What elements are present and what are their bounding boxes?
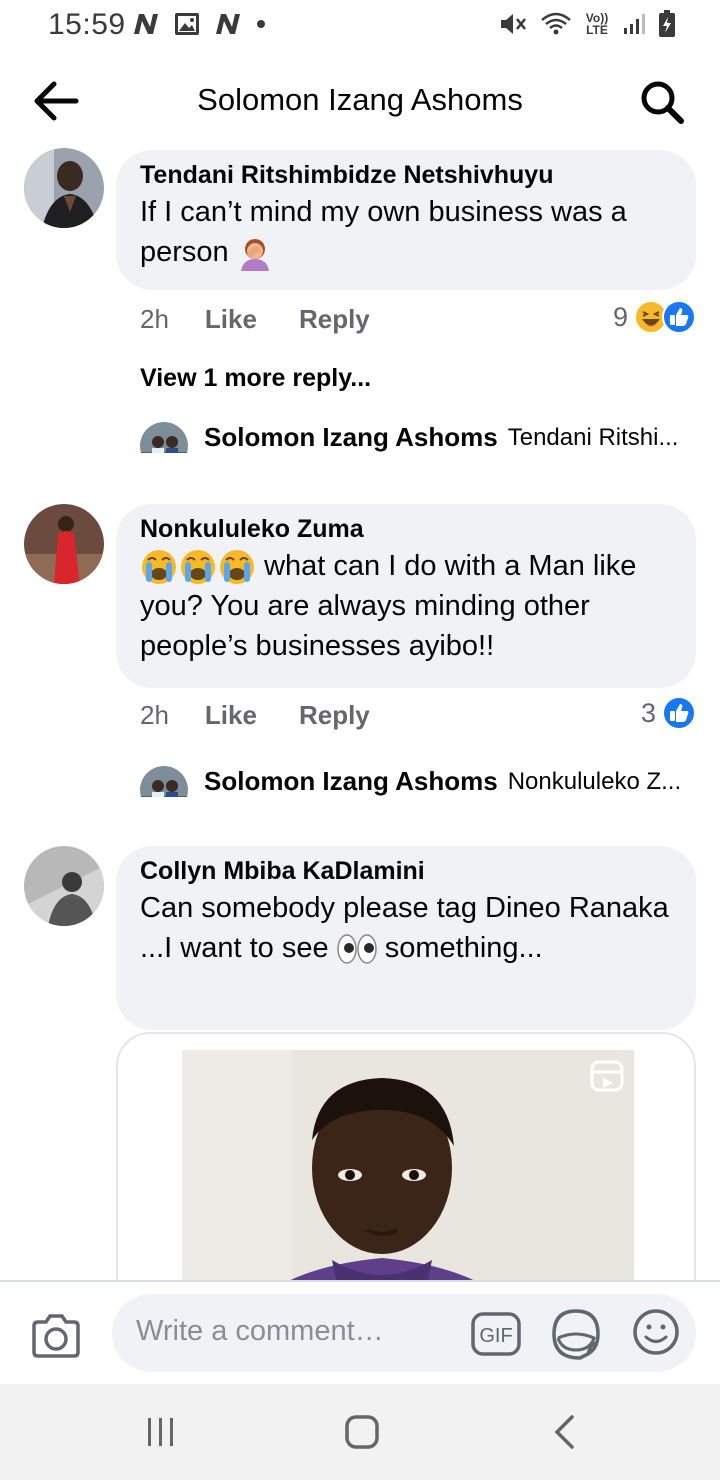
notification-n-icon-2 [216,14,240,34]
notification-n-icon [134,14,158,34]
reply-text: Tendani Ritshi... [507,423,679,451]
comment-author[interactable]: Collyn Mbiba KaDlamini [140,854,672,888]
reply-button[interactable]: Reply [299,700,370,731]
comment-actions: 2h Like Reply [140,304,412,335]
like-button[interactable]: Like [205,700,257,731]
comment-time: 2h [140,700,169,730]
status-bar: 15:59 Vo)) LTE [0,0,720,52]
comment-actions: 2h Like Reply [140,700,412,731]
reaction-summary[interactable]: 3 [641,696,696,730]
search-icon[interactable] [638,78,686,126]
reply-avatar[interactable] [140,766,188,797]
reel-thumbnail-image [182,1050,634,1280]
comment-text-content-end: something... [384,932,543,964]
like-reaction-icon [662,300,696,334]
status-system-icons: Vo)) LTE [498,10,676,38]
recent-apps-icon[interactable] [146,1416,176,1448]
reply-button[interactable]: Reply [299,304,370,335]
reply-author[interactable]: Solomon Izang Ashoms [204,766,498,797]
like-button[interactable]: Like [205,304,257,335]
comment-input-placeholder[interactable]: Write a comment… [136,1315,384,1348]
signal-icon [624,14,645,34]
status-time: 15:59 [48,8,126,41]
avatar[interactable] [24,504,104,584]
page-title: Solomon Izang Ashoms [197,82,523,117]
battery-icon [659,10,675,37]
camera-icon[interactable] [30,1312,82,1360]
comment-bubble[interactable]: Collyn Mbiba KaDlamini Can somebody plea… [116,846,696,1030]
avatar[interactable] [24,846,104,926]
mute-icon [501,14,526,34]
comment-author[interactable]: Nonkululeko Zuma [140,512,672,546]
system-back-icon[interactable] [552,1414,576,1450]
reply-preview[interactable]: Solomon Izang Ashoms Tendani Ritshi... [140,422,700,453]
comment-bubble[interactable]: Nonkululeko Zuma what can I do with a Ma… [116,504,696,688]
comment-text: Can somebody please tag Dineo Ranaka ...… [140,888,672,968]
view-more-replies[interactable]: View 1 more reply... [140,364,371,393]
avatar-photo [24,846,104,926]
reel-attachment[interactable] [116,1032,696,1280]
notification-image-icon [175,13,199,35]
comment-text: what can I do with a Man like you? You a… [140,546,672,666]
sticker-icon[interactable] [550,1308,602,1360]
reel-thumbnail[interactable] [182,1050,634,1280]
reply-avatar-photo [140,766,188,797]
comment-time: 2h [140,304,169,334]
reply-text: Nonkululeko Z... [507,767,682,795]
reply-avatar-photo [140,422,188,453]
eyes-icon [336,934,377,965]
status-notification-icons [132,12,266,36]
network-label: Vo)) LTE [585,11,609,37]
avatar-photo [24,148,104,228]
emoji-icon[interactable] [632,1308,680,1356]
reaction-summary[interactable]: 9 [613,300,696,334]
wifi-icon [541,12,571,35]
system-navigation-bar [0,1384,720,1480]
reply-author[interactable]: Solomon Izang Ashoms [204,422,498,453]
comment-bubble[interactable]: Tendani Ritshimbidze Netshivhuyu If I ca… [116,150,696,290]
home-icon[interactable] [344,1414,380,1450]
svg-text:GIF: GIF [479,1325,512,1347]
loudly-crying-face-icon [142,550,254,585]
notification-dot-icon [257,20,265,28]
reaction-count: 3 [640,697,656,728]
comment-composer: Write a comment… GIF [0,1280,720,1384]
comment-text-content: If I can’t mind my own business was a pe… [140,196,627,268]
avatar-photo [24,504,104,584]
gif-icon[interactable]: GIF [470,1310,522,1358]
reply-avatar[interactable] [140,422,188,453]
comment-text: If I can’t mind my own business was a pe… [140,192,672,272]
reaction-count: 9 [612,301,628,332]
header: Solomon Izang Ashoms [0,60,720,142]
avatar[interactable] [24,148,104,228]
like-reaction-icon [662,696,696,730]
comments-feed[interactable]: Tendani Ritshimbidze Netshivhuyu If I ca… [0,142,720,1280]
reply-preview[interactable]: Solomon Izang Ashoms Nonkululeko Z... [140,766,700,797]
comment-author[interactable]: Tendani Ritshimbidze Netshivhuyu [140,158,672,192]
person-facepalming-icon [240,239,269,272]
